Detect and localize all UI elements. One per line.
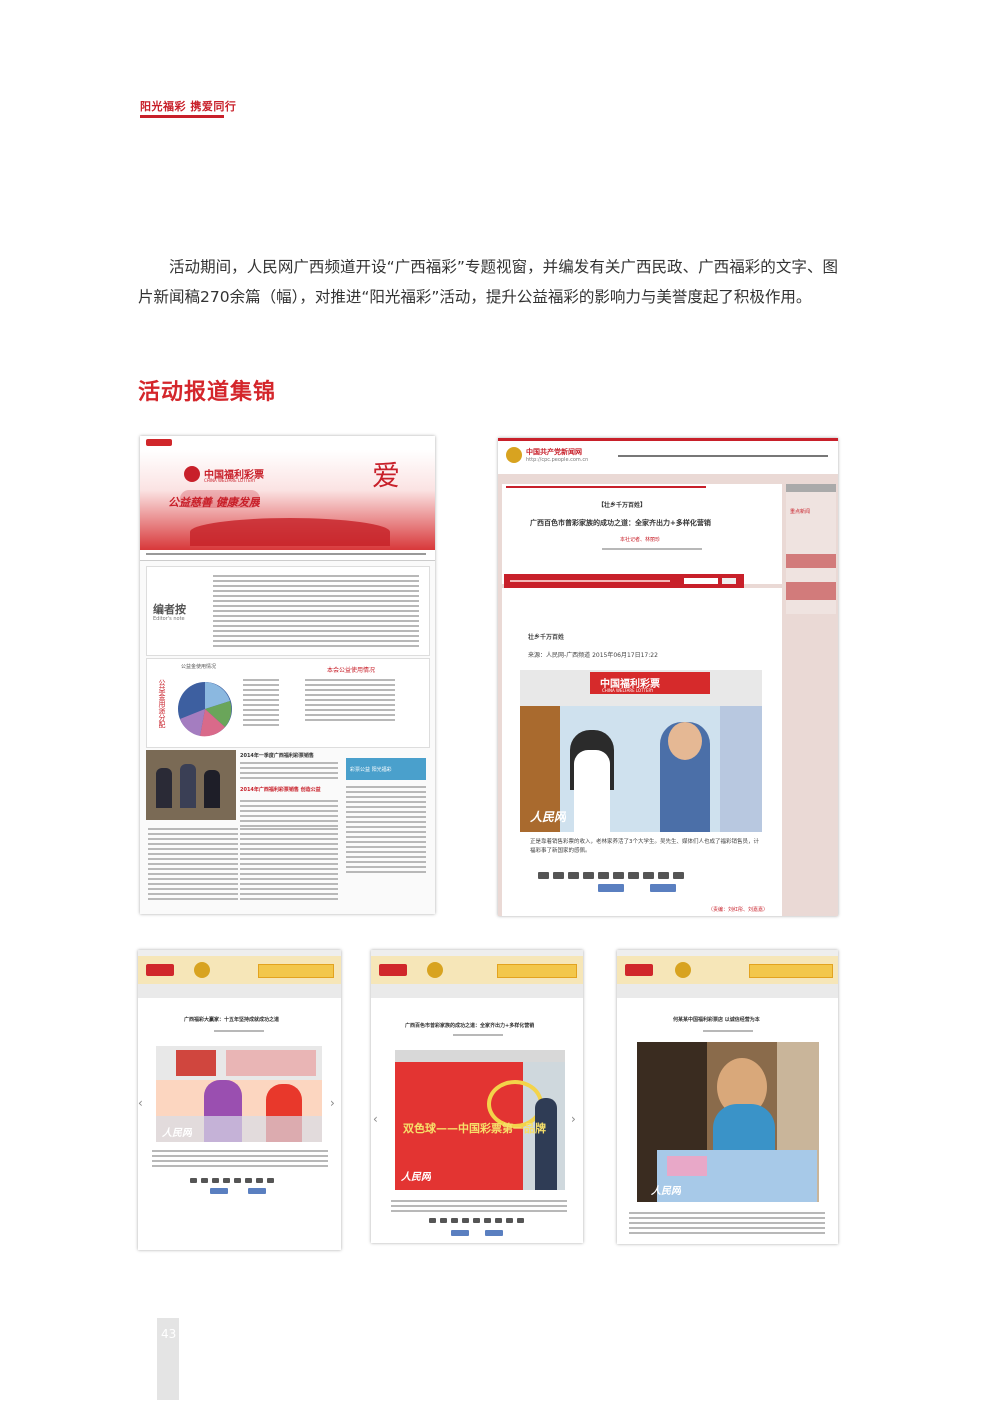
- photo-caption: 正是靠着销售彩票的收入，老林家养活了3个大学生。吴先生、媒体们人也成了福彩销售员…: [530, 839, 760, 854]
- people-header: [371, 956, 583, 984]
- people-header: [138, 956, 341, 984]
- sidebar-item-top-news[interactable]: 重点新闻: [790, 508, 810, 515]
- nav-bar[interactable]: [140, 550, 435, 561]
- prev-page-button[interactable]: [451, 1230, 469, 1236]
- editor-label-en: Editor's note: [153, 616, 185, 622]
- next-page-button[interactable]: [248, 1188, 266, 1194]
- people-logo: [379, 964, 407, 976]
- intro-paragraph: 活动期间，人民网广西频道开设“广西福彩”专题视窗，并编发有关广西民政、广西福彩的…: [138, 258, 838, 306]
- table-title: 本会公益使用情况: [327, 667, 376, 674]
- headline-box: 【壮乡千万百姓】 广西百色市曾彩家族的成功之道：全家齐出力+多样化营销 本社记者…: [502, 484, 782, 584]
- news-title: 2014年一季度广西福利彩票销售: [240, 753, 314, 759]
- people-logo: [625, 964, 653, 976]
- pagination[interactable]: [190, 1178, 274, 1183]
- welfare-lottery-icon: [184, 466, 200, 482]
- watermark: 人民网: [162, 1128, 192, 1139]
- toolbar[interactable]: [504, 574, 744, 588]
- banner-ai-char: 爱: [372, 459, 401, 492]
- next-arrow-icon[interactable]: ›: [571, 1112, 576, 1126]
- header-promo[interactable]: [749, 964, 833, 978]
- store-sign-en: CHINA WELFARE LOTTERY: [602, 688, 654, 693]
- banner-slogan: 公益慈善 健康发展: [168, 496, 260, 509]
- screenshot-people-article-2: 广西百色市曾彩家族的成功之道：全家齐出力+多样化营销 ‹ › 双色球——中国彩票…: [371, 950, 583, 1243]
- section-title: 活动报道集锦: [138, 380, 277, 405]
- header-underline: [140, 115, 224, 118]
- person-standing: [535, 1098, 557, 1190]
- chart-title: 公益金使用情况: [181, 664, 217, 670]
- screenshot-cpc-news-article: 中国共产党新闻网 http://cpc.people.com.cn 【壮乡千万百…: [498, 438, 838, 916]
- search-input[interactable]: [684, 578, 718, 584]
- editor-note-box: 编者按 Editor's note: [146, 566, 430, 656]
- article-photo: 中国福利彩票 CHINA WELFARE LOTTERY 人民网: [520, 670, 762, 832]
- article-headline: 广西百色市曾彩家族的成功之道：全家齐出力+多样化营销: [405, 1023, 535, 1029]
- prev-page-button[interactable]: [598, 884, 624, 892]
- news-title-2: 2014年广西福利彩票销售 创造公益: [240, 787, 321, 793]
- screenshot-people-article-1: 广西福彩大赢家：十五年坚持成就成功之道 ‹ › 人民网: [138, 950, 341, 1250]
- pagination[interactable]: [538, 872, 684, 879]
- article-source: 来源：人民网-广西频道 2015年06月17日17:22: [528, 652, 658, 659]
- header-promo[interactable]: [258, 964, 334, 978]
- people-header: [617, 956, 838, 984]
- header-promo[interactable]: [497, 964, 577, 978]
- pagination[interactable]: [429, 1218, 524, 1223]
- next-arrow-icon[interactable]: ›: [330, 1096, 335, 1110]
- side-banner[interactable]: 彩票公益 阳光福彩: [346, 758, 426, 780]
- search-button[interactable]: [722, 578, 736, 584]
- editor-label: 编者按: [153, 603, 186, 616]
- screenshot-special-topic-page: 中国福利彩票 CHINA WELFARE LOTTERY 公益慈善 健康发展 爱…: [140, 436, 435, 914]
- topbar: [140, 436, 435, 451]
- screenshot-people-article-3: 何某某中国福利彩票店 以诚信经营为本 人民网: [617, 950, 838, 1244]
- chart-side-label: 公益金用途分配: [158, 679, 166, 728]
- banner-logo-en: CHINA WELFARE LOTTERY: [204, 478, 256, 483]
- pie-chart: [178, 682, 232, 737]
- article-photo: 人民网: [156, 1046, 322, 1142]
- headline: 广西百色市曾彩家族的成功之道：全家齐出力+多样化营销: [530, 519, 711, 527]
- page-number: 43: [161, 1327, 177, 1341]
- article-photo: 双色球——中国彩票第一品牌 人民网: [395, 1050, 565, 1190]
- next-page-button[interactable]: [650, 884, 676, 892]
- site-url: http://cpc.people.com.cn: [526, 457, 589, 463]
- banner-text: 双色球——中国彩票第一品牌: [403, 1122, 546, 1135]
- party-emblem-icon: [506, 447, 522, 463]
- site-header: 中国共产党新闻网 http://cpc.people.com.cn: [498, 438, 838, 476]
- site-name: 中国共产党新闻网: [526, 448, 582, 456]
- prev-page-button[interactable]: [210, 1188, 228, 1194]
- prev-arrow-icon[interactable]: ‹: [373, 1112, 378, 1126]
- editor-credit: （责编：刘红彤、刘嘉嘉）: [708, 907, 769, 913]
- watermark: 人民网: [401, 1172, 431, 1183]
- chart-panel: 公益金用途分配 公益金使用情况 本会公益使用情况: [146, 658, 430, 748]
- watermark: 人民网: [530, 810, 567, 824]
- article-headline: 何某某中国福利彩票店 以诚信经营为本: [673, 1017, 760, 1023]
- next-page-button[interactable]: [485, 1230, 503, 1236]
- people-logo: [146, 439, 172, 446]
- right-sidebar: 重点新闻: [786, 484, 836, 614]
- headline-tag: 【壮乡千万百姓】: [598, 502, 647, 509]
- article-headline: 广西福彩大赢家：十五年坚持成就成功之道: [184, 1017, 280, 1023]
- article-photo: 人民网: [637, 1042, 819, 1202]
- photo-caption-title: 壮乡千万百姓: [528, 634, 565, 641]
- news-photo: [146, 750, 236, 820]
- header-tagline: 阳光福彩 携爱同行: [140, 100, 237, 113]
- byline: 本社记者、林丽珍: [620, 537, 661, 543]
- watermark: 人民网: [651, 1186, 681, 1197]
- people-logo: [146, 964, 174, 976]
- prev-arrow-icon[interactable]: ‹: [138, 1096, 143, 1110]
